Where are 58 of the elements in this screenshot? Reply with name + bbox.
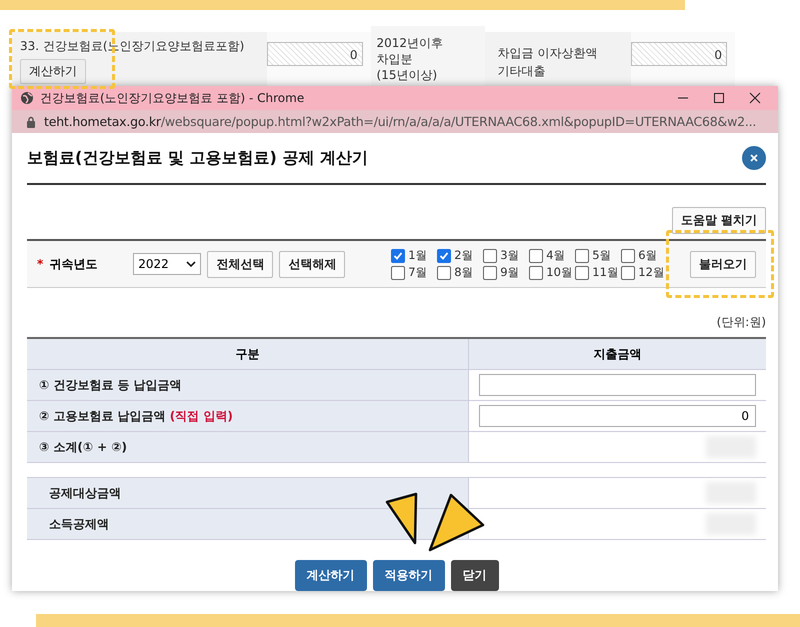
help-toggle-button[interactable]: 도움말 펼치기	[672, 207, 766, 234]
column-header: 구분	[27, 339, 469, 370]
required-mark: *	[37, 257, 44, 271]
month-label: 10월	[546, 265, 573, 280]
month-checkbox[interactable]	[483, 248, 498, 262]
clear-all-button[interactable]: 선택해제	[279, 250, 346, 278]
month-checkbox[interactable]	[437, 266, 452, 280]
unit-label: (단위:원)	[716, 314, 766, 331]
load-button[interactable]: 불러오기	[690, 250, 756, 278]
calculate-button[interactable]: 계산하기	[20, 59, 86, 84]
month-label: 5월	[592, 248, 612, 263]
lock-icon	[26, 116, 36, 128]
month-label: 9월	[500, 265, 520, 280]
month-checkbox[interactable]	[575, 266, 590, 280]
close-icon	[749, 153, 759, 163]
row-label: ② 고용보험료 납입금액 (직접 입력)	[27, 401, 469, 432]
form-label: 33. 건강보험료(노인장기요양보험료포함)	[20, 38, 244, 55]
window-title: 건강보험료(노인장기요양보험료 포함) - Chrome	[40, 90, 306, 106]
readonly-field: 0	[631, 42, 727, 66]
year-select[interactable]: 2022	[133, 253, 202, 275]
month-label: 2월	[454, 248, 474, 263]
amount-input[interactable]	[479, 374, 756, 396]
column-header: 지출금액	[469, 339, 766, 370]
month-label: 6월	[638, 248, 658, 263]
month-checkbox[interactable]	[529, 248, 544, 262]
action-button[interactable]: 계산하기	[294, 560, 366, 591]
dialog-title: 보험료(건강보험료 및 고용보험료) 공제 계산기	[27, 148, 368, 168]
month-checkbox[interactable]	[437, 248, 452, 262]
month-label: 3월	[500, 248, 520, 263]
row-label: 공제대상금액	[27, 478, 469, 509]
month-checkbox[interactable]	[529, 266, 544, 280]
month-checkbox[interactable]	[621, 266, 636, 280]
month-checkbox[interactable]	[575, 248, 590, 262]
action-button[interactable]: 적용하기	[372, 560, 444, 591]
month-checkbox[interactable]	[621, 248, 636, 262]
globe-icon	[20, 91, 34, 105]
year-label: 귀속년도	[49, 256, 98, 272]
page-url[interactable]: teht.hometax.go.kr/websquare/popup.html?w2xPath=/ui/rn/a/a/a/a/UTERNAAC68.xml&popupID=UTERNAAC68&w2...	[44, 114, 756, 129]
month-label: 12월	[638, 265, 665, 280]
dropdown-caret-icon	[186, 261, 196, 267]
month-label: 7월	[408, 265, 428, 280]
amount-input[interactable]: 0	[479, 405, 756, 427]
readonly-field: 0	[266, 42, 363, 66]
month-checkbox[interactable]	[391, 248, 406, 262]
action-button[interactable]: 닫기	[450, 560, 498, 591]
close-icon	[749, 92, 761, 104]
row-label: 소득공제액	[27, 509, 469, 540]
row-label: ① 건강보험료 등 납입금액	[27, 370, 469, 401]
month-label: 8월	[454, 265, 474, 280]
month-label: 11월	[592, 265, 619, 280]
month-checkbox[interactable]	[391, 266, 406, 280]
month-label: 1월	[408, 248, 428, 263]
row-label: ③ 소계(① + ②)	[27, 432, 469, 463]
maximize-icon	[713, 92, 725, 104]
month-checkbox[interactable]	[483, 266, 498, 280]
close-button[interactable]	[742, 146, 766, 170]
select-all-button[interactable]: 전체선택	[207, 250, 274, 278]
month-label: 4월	[546, 248, 566, 263]
